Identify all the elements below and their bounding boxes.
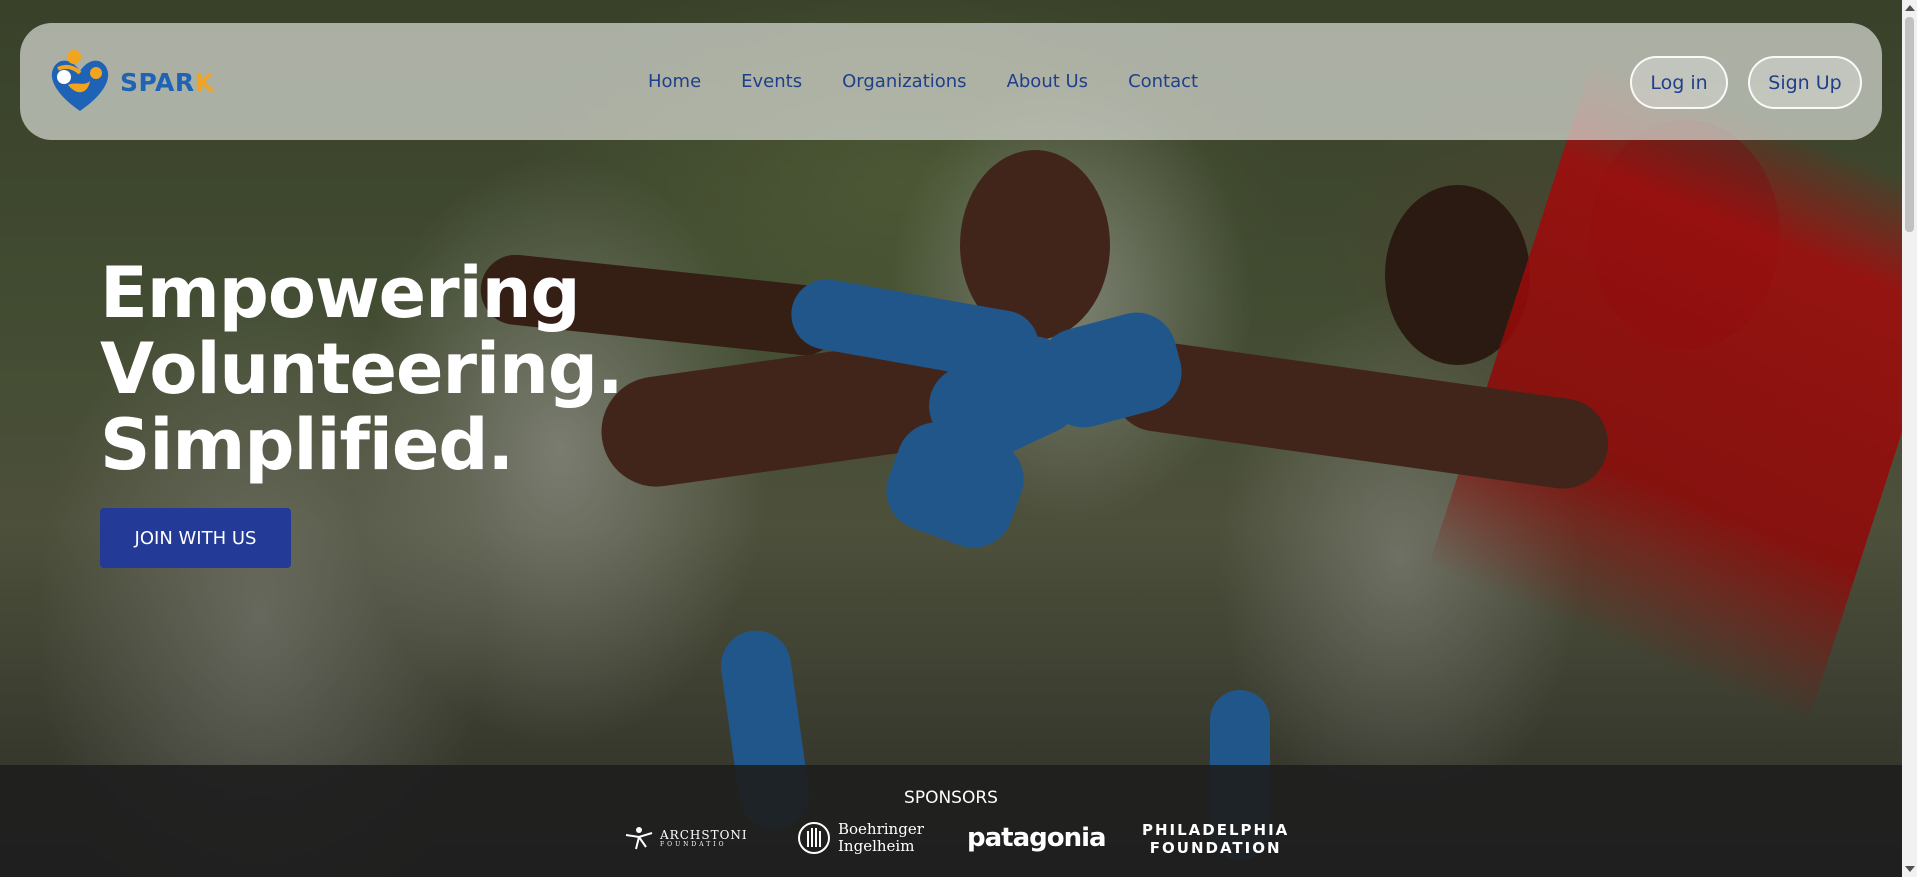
vertical-scrollbar[interactable] [1902, 0, 1917, 877]
spark-logo-text: SPARK [120, 67, 215, 97]
sponsors-title: SPONSORS [904, 788, 998, 808]
spark-logo-icon [51, 50, 109, 111]
hero-title-line: Simplified. [100, 404, 514, 486]
sponsor-patagonia-logo[interactable]: patagonia [967, 823, 1107, 853]
scrollbar-thumb[interactable] [1905, 17, 1914, 232]
sponsor-philadelphia-foundation-logo[interactable]: PHILADELPHIA FOUNDATION [1142, 821, 1289, 857]
scroll-up-arrow-icon[interactable] [1905, 5, 1915, 11]
top-navbar: SPARK Home Events Organizations About Us… [20, 23, 1882, 140]
spark-logo[interactable]: SPARK [44, 47, 215, 117]
hero-title: Empowering Volunteering. Simplified. [100, 252, 624, 486]
boehringer-building-icon [798, 822, 830, 854]
signup-button[interactable]: Sign Up [1748, 56, 1862, 109]
hero-title-line: Volunteering. [100, 328, 624, 410]
nav-link-home[interactable]: Home [648, 71, 701, 92]
hero-title-line: Empowering [100, 252, 581, 334]
nav-link-contact[interactable]: Contact [1128, 71, 1198, 92]
join-with-us-button[interactable]: JOIN WITH US [100, 508, 291, 568]
nav-links: Home Events Organizations About Us Conta… [648, 23, 1238, 140]
nav-link-about-us[interactable]: About Us [1007, 71, 1089, 92]
nav-link-events[interactable]: Events [741, 71, 802, 92]
login-button[interactable]: Log in [1630, 56, 1728, 109]
sponsors-section: SPONSORS ARCHSTONI FOUNDATIO Boehringer … [0, 765, 1902, 877]
sponsor-archstoni-logo[interactable]: ARCHSTONI FOUNDATIO [622, 825, 748, 851]
archstoni-figure-icon [625, 827, 653, 850]
sponsor-boehringer-logo[interactable]: Boehringer Ingelheim [798, 821, 924, 855]
scroll-down-arrow-icon[interactable] [1905, 866, 1915, 872]
nav-link-organizations[interactable]: Organizations [842, 71, 966, 92]
